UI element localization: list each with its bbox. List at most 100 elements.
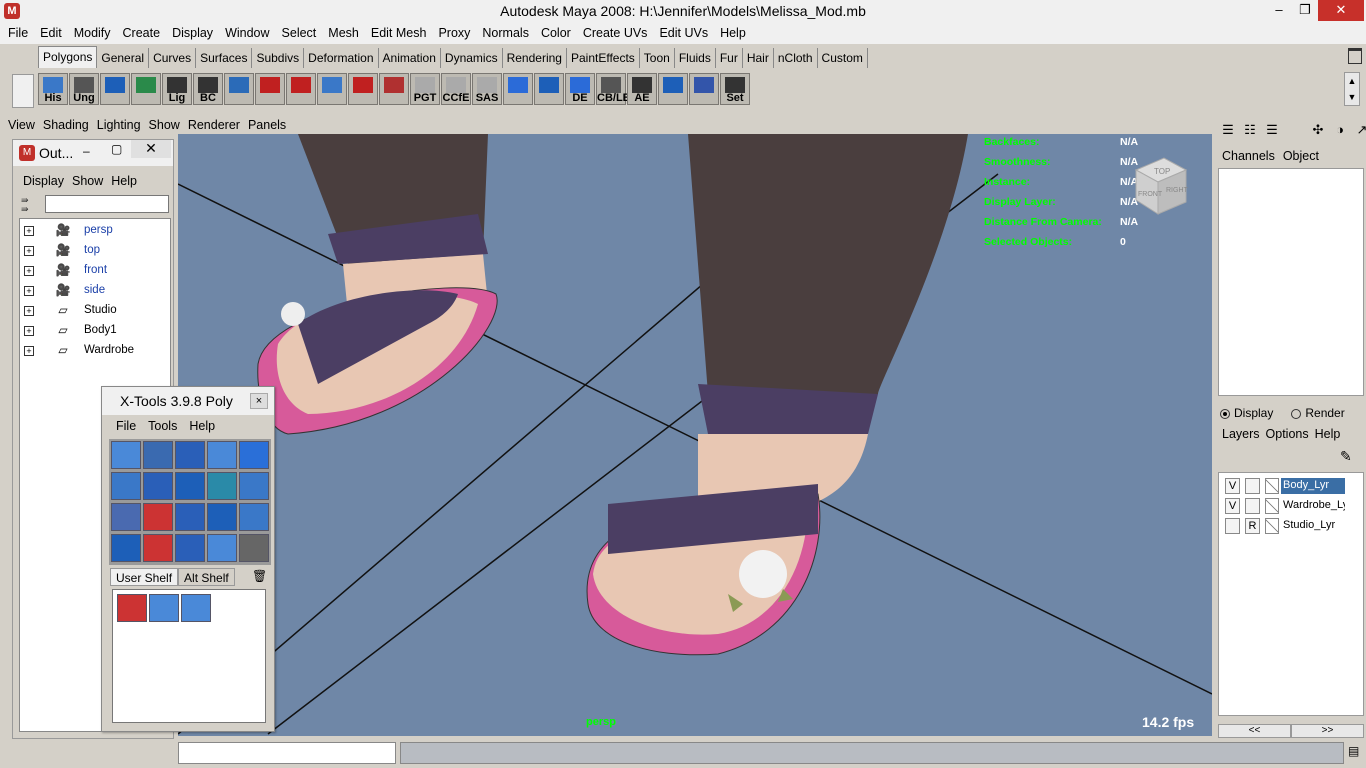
menu-edit-mesh[interactable]: Edit Mesh	[365, 26, 433, 40]
menu-proxy[interactable]: Proxy	[432, 26, 476, 40]
channelbox-menu-channels[interactable]: Channels	[1222, 149, 1275, 163]
expand-icon[interactable]: +	[24, 306, 34, 316]
xtools-close-button[interactable]: ×	[250, 393, 268, 409]
shelf-tab-general[interactable]: General	[97, 48, 150, 68]
attribute-editor-toggle-icon[interactable]: ☷	[1240, 120, 1260, 140]
xtools-tool-3-icon[interactable]	[175, 441, 205, 469]
maya-app-icon[interactable]: M	[4, 3, 20, 19]
outliner-menu-help[interactable]: Help	[111, 174, 137, 188]
shelf-tab-surfaces[interactable]: Surfaces	[196, 48, 253, 68]
layer-color-swatch[interactable]	[1265, 478, 1279, 494]
outliner-menu-show[interactable]: Show	[72, 174, 103, 188]
panel-menu-lighting[interactable]: Lighting	[93, 118, 145, 132]
channelbox-toggle-icon[interactable]: ☰	[1218, 120, 1238, 140]
shelf-tab-polygons[interactable]: Polygons	[38, 46, 98, 68]
shelf-tab-animation[interactable]: Animation	[379, 48, 441, 68]
channel-layer-toggle-icon[interactable]: ☰	[1262, 120, 1282, 140]
close-window-button[interactable]: ✕	[1318, 0, 1364, 21]
xtools-tool-9-icon[interactable]	[207, 472, 237, 500]
expand-icon[interactable]: +	[24, 286, 34, 296]
transform-icon[interactable]: ✣	[1308, 120, 1328, 140]
layer-playback-toggle[interactable]	[1245, 498, 1260, 514]
layer-visibility-toggle[interactable]: V	[1225, 498, 1240, 514]
shelf-bend-icon[interactable]	[658, 73, 688, 105]
xtools-menu-tools[interactable]: Tools	[148, 419, 177, 433]
shelf-tab-toon[interactable]: Toon	[640, 48, 675, 68]
expand-icon[interactable]: +	[24, 226, 34, 236]
shelf-tab-curves[interactable]: Curves	[149, 48, 197, 68]
shelf-tab-painteffects[interactable]: PaintEffects	[567, 48, 640, 68]
panel-menu-shading[interactable]: Shading	[39, 118, 93, 132]
shelf-tab-fur[interactable]: Fur	[716, 48, 743, 68]
layer-menu-options[interactable]: Options	[1266, 427, 1309, 441]
shelf-ccfe-icon[interactable]: CCfE	[441, 73, 471, 105]
filter-icon[interactable]: ⇛ ⇛	[21, 196, 41, 214]
xtools-tool-2-icon[interactable]	[143, 441, 173, 469]
menu-help[interactable]: Help	[714, 26, 752, 40]
outliner-minimize-button[interactable]: –	[83, 144, 90, 158]
shelf-ae-icon[interactable]: AE	[627, 73, 657, 105]
shelf-bc-icon[interactable]: BC	[193, 73, 223, 105]
shelf-split-icon[interactable]	[317, 73, 347, 105]
outliner-item-wardrobe[interactable]: + ▱ Wardrobe	[20, 341, 170, 361]
perspective-viewport[interactable]: Backfaces: N/A Smoothness: N/A Instance:…	[178, 134, 1212, 736]
panel-menu-show[interactable]: Show	[145, 118, 184, 132]
xtools-tool-4-icon[interactable]	[207, 441, 237, 469]
layer-name[interactable]: Body_Lyr	[1281, 478, 1345, 494]
layer-color-swatch[interactable]	[1265, 498, 1279, 514]
shelf-extrude-icon[interactable]	[286, 73, 316, 105]
shelf-de-icon[interactable]: DE	[565, 73, 595, 105]
shelf-ungroup-icon[interactable]: Ung	[69, 73, 99, 105]
shelf-cube-icon[interactable]	[100, 73, 130, 105]
layer-row-wardrobe_ly[interactable]: V Wardrobe_Ly	[1221, 497, 1361, 515]
layer-visibility-toggle[interactable]	[1225, 518, 1240, 534]
shelf-uv-grid-icon[interactable]	[534, 73, 564, 105]
layer-color-swatch[interactable]	[1265, 518, 1279, 534]
xtools-trash-icon[interactable]: 🗑	[252, 569, 267, 583]
xtools-tool-10-icon[interactable]	[239, 472, 269, 500]
outliner-item-side[interactable]: + 🎥 side	[20, 281, 170, 301]
layer-row-studio_lyr[interactable]: R Studio_Lyr	[1221, 517, 1361, 535]
xtools-tool-8-icon[interactable]	[175, 472, 205, 500]
new-layer-icon[interactable]: ✎	[1340, 448, 1360, 466]
xtools-tool-19-icon[interactable]	[207, 534, 237, 562]
outliner-filter-input[interactable]	[45, 195, 169, 213]
xtools-tool-16-icon[interactable]	[111, 534, 141, 562]
menu-edit[interactable]: Edit	[34, 26, 68, 40]
shelf-tab-dynamics[interactable]: Dynamics	[441, 48, 503, 68]
menu-mesh[interactable]: Mesh	[322, 26, 365, 40]
shelf-tab-custom[interactable]: Custom	[818, 48, 868, 68]
shelf-history-icon[interactable]: His	[38, 73, 68, 105]
xtools-tool-5-icon[interactable]	[239, 441, 269, 469]
xtools-tab-alt-shelf[interactable]: Alt Shelf	[178, 568, 235, 586]
outliner-item-front[interactable]: + 🎥 front	[20, 261, 170, 281]
menu-window[interactable]: Window	[219, 26, 275, 40]
layer-playback-toggle[interactable]: R	[1245, 518, 1260, 534]
layer-playback-toggle[interactable]	[1245, 478, 1260, 494]
layer-name[interactable]: Studio_Lyr	[1281, 518, 1345, 534]
outliner-maximize-button[interactable]: ▢	[111, 142, 122, 156]
shelf-tab-ncloth[interactable]: nCloth	[774, 48, 818, 68]
restore-button[interactable]: ❐	[1290, 0, 1320, 21]
menu-select[interactable]: Select	[276, 26, 323, 40]
xtools-tool-17-icon[interactable]	[143, 534, 173, 562]
shelf-trash-icon[interactable]	[1348, 48, 1362, 64]
shelf-scroll[interactable]: ▲ ▼	[1344, 72, 1360, 106]
shelf-axis-icon[interactable]	[348, 73, 378, 105]
shelf-connect-icon[interactable]	[689, 73, 719, 105]
layer-row-body_lyr[interactable]: V Body_Lyr	[1221, 477, 1361, 495]
layer-next-button[interactable]: >>	[1291, 724, 1364, 738]
outliner-item-studio[interactable]: + ▱ Studio	[20, 301, 170, 321]
menu-create[interactable]: Create	[117, 26, 167, 40]
expand-icon[interactable]: +	[24, 346, 34, 356]
shelf-tab-fluids[interactable]: Fluids	[675, 48, 716, 68]
xtools-tool-12-icon[interactable]	[143, 503, 173, 531]
menu-display[interactable]: Display	[166, 26, 219, 40]
xtools-tool-7-icon[interactable]	[143, 472, 173, 500]
layer-prev-button[interactable]: <<	[1218, 724, 1291, 738]
shelf-curve-icon[interactable]	[379, 73, 409, 105]
xtools-menu-help[interactable]: Help	[189, 419, 215, 433]
xtools-tab-user-shelf[interactable]: User Shelf	[110, 568, 179, 586]
shelf-pivot-icon[interactable]	[224, 73, 254, 105]
shelf-sphere-icon[interactable]	[131, 73, 161, 105]
